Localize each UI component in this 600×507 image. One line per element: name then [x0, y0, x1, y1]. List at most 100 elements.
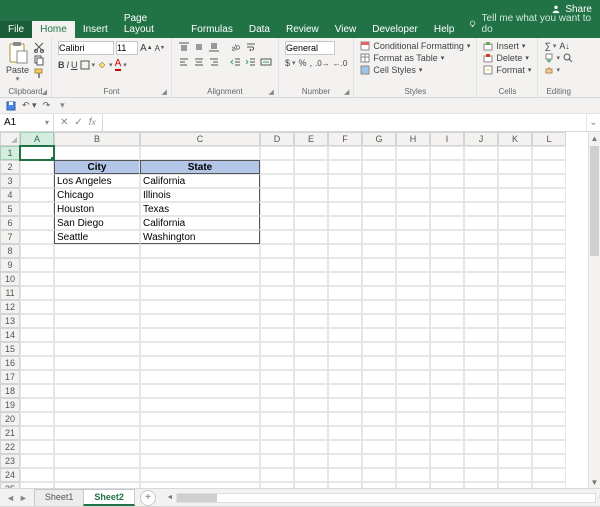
- align-top-icon[interactable]: [178, 41, 190, 53]
- cell[interactable]: [532, 230, 566, 244]
- cell[interactable]: [396, 328, 430, 342]
- cell[interactable]: [430, 482, 464, 488]
- cell[interactable]: [498, 244, 532, 258]
- cell[interactable]: [396, 230, 430, 244]
- cell[interactable]: [396, 398, 430, 412]
- row-header[interactable]: 16: [0, 356, 20, 370]
- cell[interactable]: [362, 272, 396, 286]
- cell[interactable]: [396, 300, 430, 314]
- cell[interactable]: [328, 286, 362, 300]
- font-size-combo[interactable]: [116, 41, 138, 55]
- sort-filter-button[interactable]: A↓: [559, 41, 570, 51]
- cell[interactable]: [260, 468, 294, 482]
- cell[interactable]: [362, 468, 396, 482]
- cell[interactable]: [294, 202, 328, 216]
- decrease-indent-icon[interactable]: [230, 56, 242, 68]
- row-header[interactable]: 23: [0, 454, 20, 468]
- cell[interactable]: [464, 146, 498, 160]
- cell[interactable]: [294, 384, 328, 398]
- cell[interactable]: [430, 258, 464, 272]
- cell[interactable]: [430, 370, 464, 384]
- fx-icon[interactable]: fx: [89, 117, 96, 128]
- cell[interactable]: [20, 188, 54, 202]
- cell[interactable]: [140, 454, 260, 468]
- cell[interactable]: Houston: [54, 202, 140, 216]
- cell[interactable]: [294, 356, 328, 370]
- cell[interactable]: [464, 272, 498, 286]
- cell[interactable]: [464, 188, 498, 202]
- cell[interactable]: [328, 454, 362, 468]
- column-header[interactable]: I: [430, 132, 464, 146]
- column-header[interactable]: F: [328, 132, 362, 146]
- cell[interactable]: [328, 370, 362, 384]
- row-header[interactable]: 4: [0, 188, 20, 202]
- tab-insert[interactable]: Insert: [75, 21, 116, 38]
- merge-center-icon[interactable]: [260, 56, 272, 68]
- cell[interactable]: [430, 426, 464, 440]
- cell[interactable]: [20, 300, 54, 314]
- cell[interactable]: [260, 384, 294, 398]
- cell[interactable]: [430, 286, 464, 300]
- row-header[interactable]: 17: [0, 370, 20, 384]
- cell[interactable]: Texas: [140, 202, 260, 216]
- cell[interactable]: [260, 482, 294, 488]
- cell[interactable]: California: [140, 216, 260, 230]
- cell[interactable]: [430, 384, 464, 398]
- cell[interactable]: [498, 356, 532, 370]
- cell[interactable]: [328, 412, 362, 426]
- cell[interactable]: [260, 342, 294, 356]
- column-header[interactable]: D: [260, 132, 294, 146]
- cell[interactable]: [464, 216, 498, 230]
- undo-button[interactable]: ↶ ▾: [22, 100, 37, 111]
- insert-cells-button[interactable]: Insert▾: [483, 41, 525, 51]
- cell[interactable]: Washington: [140, 230, 260, 244]
- wrap-text-icon[interactable]: [245, 41, 257, 53]
- increase-font-icon[interactable]: A▲: [140, 43, 153, 54]
- cell[interactable]: [362, 328, 396, 342]
- add-sheet-button[interactable]: +: [140, 490, 156, 506]
- row-header[interactable]: 25: [0, 482, 20, 488]
- sheet-tab[interactable]: Sheet1: [34, 489, 85, 506]
- cell[interactable]: [294, 440, 328, 454]
- sheet-nav-prev[interactable]: ◄: [6, 493, 15, 503]
- cancel-formula-icon[interactable]: ✕: [60, 117, 68, 128]
- cell[interactable]: [532, 412, 566, 426]
- cell[interactable]: [464, 202, 498, 216]
- row-header[interactable]: 3: [0, 174, 20, 188]
- cell[interactable]: [328, 426, 362, 440]
- cell[interactable]: [140, 300, 260, 314]
- cell[interactable]: [294, 188, 328, 202]
- qat-customize[interactable]: ▾: [60, 100, 65, 111]
- cell[interactable]: [532, 384, 566, 398]
- cell[interactable]: [430, 342, 464, 356]
- cell[interactable]: [20, 146, 54, 160]
- row-header[interactable]: 24: [0, 468, 20, 482]
- tab-developer[interactable]: Developer: [364, 21, 426, 38]
- cell[interactable]: [498, 314, 532, 328]
- cell[interactable]: [498, 146, 532, 160]
- cell[interactable]: [532, 342, 566, 356]
- cell[interactable]: [498, 272, 532, 286]
- cell[interactable]: [396, 454, 430, 468]
- cell[interactable]: [430, 216, 464, 230]
- cell[interactable]: [532, 440, 566, 454]
- cell[interactable]: [260, 454, 294, 468]
- cell[interactable]: [396, 412, 430, 426]
- number-format-combo[interactable]: [285, 41, 335, 55]
- column-header[interactable]: K: [498, 132, 532, 146]
- align-center-icon[interactable]: [193, 56, 205, 68]
- cell[interactable]: [328, 342, 362, 356]
- cell[interactable]: [328, 328, 362, 342]
- cell[interactable]: [54, 440, 140, 454]
- cell[interactable]: [20, 258, 54, 272]
- cell[interactable]: [294, 258, 328, 272]
- increase-indent-icon[interactable]: [245, 56, 257, 68]
- scroll-left-icon[interactable]: ◄: [165, 494, 175, 502]
- conditional-formatting-button[interactable]: Conditional Formatting▾: [360, 41, 470, 51]
- cell[interactable]: [20, 468, 54, 482]
- font-color-button[interactable]: A: [115, 58, 127, 71]
- cell[interactable]: [54, 258, 140, 272]
- row-header[interactable]: 12: [0, 300, 20, 314]
- cell[interactable]: [396, 272, 430, 286]
- cell[interactable]: [294, 454, 328, 468]
